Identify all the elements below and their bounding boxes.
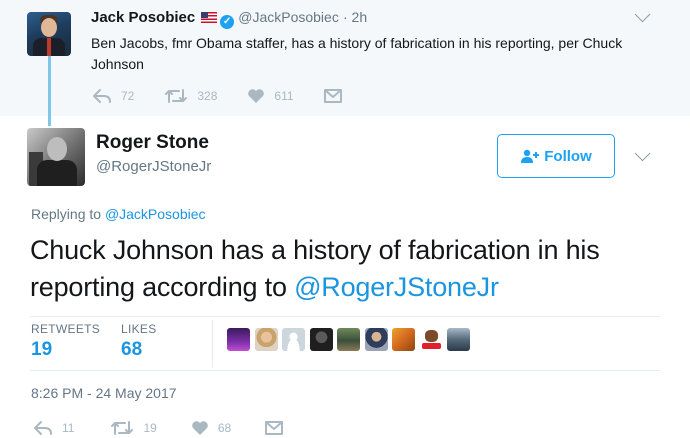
retweet-count: 328 [197, 89, 218, 103]
main-author-handle[interactable]: @RogerJStoneJr [96, 158, 211, 175]
follow-button[interactable]: Follow [497, 134, 615, 178]
liker-avatar[interactable] [364, 328, 388, 351]
flag-icon [201, 12, 218, 23]
reply-button[interactable]: 72 [92, 88, 134, 104]
message-icon [323, 89, 342, 103]
liker-avatar[interactable] [447, 328, 470, 351]
retweets-count[interactable]: 19 [31, 339, 52, 361]
parent-tweet-time[interactable]: · 2h [343, 9, 367, 25]
parent-avatar[interactable] [27, 12, 71, 56]
replying-handle-link[interactable]: @JackPosobiec [105, 206, 206, 222]
retweet-button[interactable]: 328 [164, 88, 217, 104]
liker-avatar[interactable] [282, 328, 305, 351]
mention-link[interactable]: @RogerJStoneJr [294, 272, 499, 302]
divider [30, 316, 660, 317]
likes-label[interactable]: LIKES [121, 322, 157, 336]
liker-avatar[interactable] [337, 328, 360, 351]
add-person-icon [521, 149, 540, 163]
liker-avatar[interactable] [392, 328, 415, 351]
message-button[interactable] [265, 420, 292, 436]
main-author-name[interactable]: Roger Stone [96, 132, 209, 154]
stats-separator [212, 320, 213, 367]
like-count: 68 [217, 421, 232, 435]
main-avatar[interactable] [27, 128, 85, 186]
like-count: 611 [274, 89, 294, 103]
main-tweet-text: Chuck Johnson has a history of fabricati… [30, 232, 670, 306]
reply-count: 72 [121, 89, 135, 103]
thread-connector-line [48, 56, 51, 126]
chevron-down-icon[interactable] [634, 145, 651, 162]
liker-avatar[interactable] [254, 328, 278, 351]
retweet-icon [165, 89, 188, 103]
tweet-timestamp[interactable]: 8:26 PM - 24 May 2017 [31, 385, 177, 401]
parent-tweet-text: Ben Jacobs, fmr Obama staffer, has a his… [91, 35, 623, 72]
replying-prefix: Replying to [31, 206, 102, 222]
likes-count[interactable]: 68 [121, 339, 142, 361]
divider [30, 370, 660, 371]
liker-avatars [227, 328, 475, 351]
liker-avatar[interactable] [419, 328, 443, 351]
reply-count: 11 [62, 421, 75, 435]
parent-author-name[interactable]: Jack Posobiec [91, 9, 195, 26]
heart-icon [248, 89, 265, 103]
verified-icon: ✓ [220, 15, 235, 29]
like-button[interactable]: 611 [247, 88, 294, 104]
main-tweet-actions: 11 19 68 [33, 420, 322, 436]
liker-avatar[interactable] [227, 328, 250, 351]
reply-icon [34, 421, 52, 435]
chevron-down-icon[interactable] [634, 6, 651, 23]
replying-to: Replying to @JackPosobiec [31, 206, 206, 222]
message-button[interactable] [323, 88, 351, 104]
retweet-icon [111, 421, 134, 435]
retweet-button[interactable]: 19 [110, 420, 157, 436]
message-icon [265, 421, 284, 435]
parent-tweet-actions: 72 328 611 [92, 88, 381, 104]
liker-avatar[interactable] [309, 328, 333, 351]
retweet-count: 19 [143, 421, 157, 435]
retweets-label[interactable]: RETWEETS [31, 322, 100, 336]
parent-author-handle[interactable]: @JackPosobiec [238, 9, 339, 25]
reply-button[interactable]: 11 [33, 420, 74, 436]
heart-icon [192, 421, 208, 435]
parent-author-line: Jack Posobiec ✓ @JackPosobiec · 2h [91, 9, 367, 29]
follow-label: Follow [544, 147, 592, 165]
parent-tweet[interactable]: Jack Posobiec ✓ @JackPosobiec · 2h Ben Jac… [0, 0, 690, 116]
reply-icon [93, 89, 111, 103]
like-button[interactable]: 68 [191, 420, 231, 436]
